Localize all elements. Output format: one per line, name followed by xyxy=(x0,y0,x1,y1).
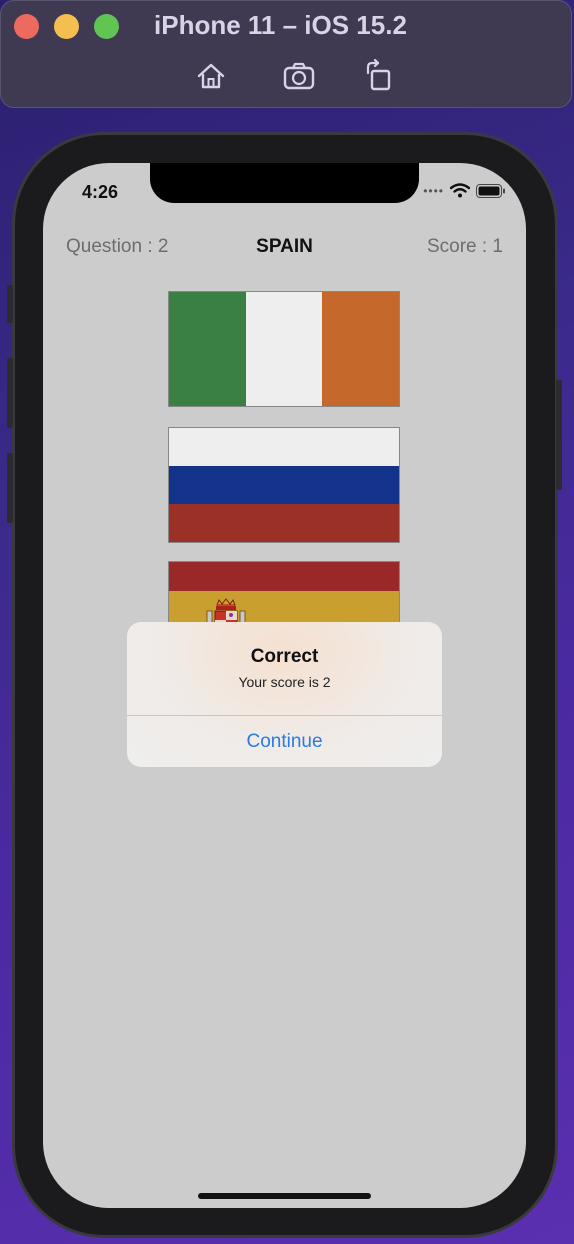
flag-stripe xyxy=(169,562,399,591)
close-window-button[interactable] xyxy=(14,14,39,39)
flag-stripe xyxy=(169,428,399,466)
battery-icon xyxy=(476,183,505,198)
result-alert: Correct Your score is 2 Continue xyxy=(127,622,442,767)
flag-stripe xyxy=(169,504,399,542)
flag-button-russia[interactable] xyxy=(168,427,400,543)
volume-up-button xyxy=(7,358,13,428)
wifi-icon xyxy=(450,183,470,198)
flag-stripe xyxy=(245,292,323,406)
alert-title: Correct xyxy=(250,646,319,667)
flag-stripe xyxy=(169,292,246,406)
side-power-button xyxy=(556,380,562,490)
notch xyxy=(150,163,419,203)
minimize-window-button[interactable] xyxy=(54,14,79,39)
home-icon[interactable] xyxy=(194,59,228,93)
home-indicator[interactable] xyxy=(198,1193,371,1199)
simulator-toolbar: iPhone 11 – iOS 15.2 xyxy=(0,0,572,108)
device-screen: 4:26 •••• Question : 2 SPAIN Score : 1 C… xyxy=(43,163,526,1208)
status-time: 4:26 xyxy=(82,182,119,202)
simulator-title: iPhone 11 – iOS 15.2 xyxy=(154,10,407,40)
zoom-window-button[interactable] xyxy=(94,14,119,39)
volume-down-button xyxy=(7,453,13,523)
flag-stripe xyxy=(169,466,399,504)
rotate-icon[interactable] xyxy=(362,58,396,93)
flag-button-ireland[interactable] xyxy=(168,291,400,407)
status-icons: •••• xyxy=(423,183,506,198)
score-counter: Score : 1 xyxy=(426,236,503,257)
screenshot-icon[interactable] xyxy=(282,59,316,93)
silent-switch xyxy=(7,285,13,323)
continue-button[interactable]: Continue xyxy=(127,716,442,767)
signal-dots-icon: •••• xyxy=(423,183,444,198)
alert-message: Your score is 2 xyxy=(238,674,331,690)
flag-stripe xyxy=(322,292,399,406)
